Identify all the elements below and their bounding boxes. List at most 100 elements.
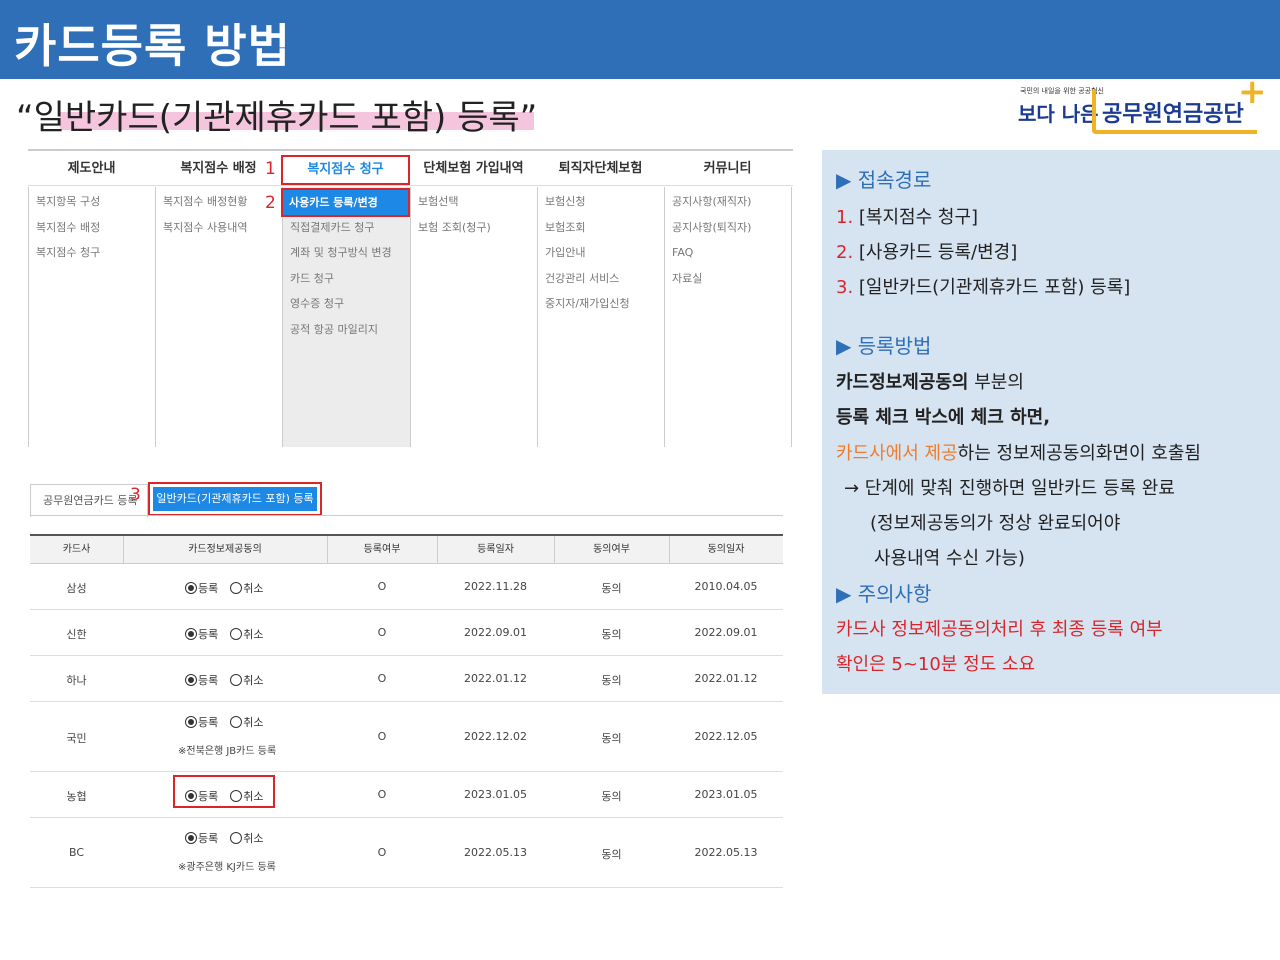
method-line-1: 카드정보제공동의 부분의	[836, 372, 1024, 393]
menu-item[interactable]: 중지자/재가입신청	[537, 297, 664, 323]
menu-item[interactable]: 보험신청	[537, 195, 664, 221]
menu-item[interactable]: 영수증 청구	[282, 297, 410, 323]
radio-cancel-label: 취소	[243, 674, 264, 687]
consent-radio-group: 등록 취소	[185, 672, 276, 688]
menu-col-0: 제도안내 복지항목 구성 복지점수 배정 복지점수 청구	[28, 149, 155, 447]
cell-company: 삼성	[66, 582, 87, 595]
table-row: 삼성 O 2022.11.28 동의 2010.04.05 등록 취소	[30, 564, 783, 610]
cell-company: BC	[68, 846, 85, 859]
cell-company: 농협	[66, 790, 87, 803]
th-registered: 등록여부	[363, 544, 401, 555]
menu-head-active[interactable]: 복지점수 청구	[281, 155, 410, 185]
cell-agreed: 동의	[601, 790, 622, 803]
radio-cancel[interactable]	[230, 674, 243, 686]
subtitle: “일반카드(기관제휴카드 포함) 등록”	[16, 90, 537, 139]
consent-radio-group: 등록 취소	[185, 626, 276, 642]
subtitle-text: “일반카드(기관제휴카드 포함) 등록”	[16, 98, 538, 138]
access-step-3: 3. [일반카드(기관제휴카드 포함) 등록]	[836, 277, 1131, 298]
radio-cancel[interactable]	[230, 582, 243, 594]
menu-item-active[interactable]: 사용카드 등록/변경	[281, 188, 410, 217]
menu-item[interactable]: 건강관리 서비스	[537, 272, 664, 298]
card-note: ※전북은행 JB카드 등록	[178, 746, 277, 757]
cell-agreed: 동의	[601, 732, 622, 745]
radio-cancel-label: 취소	[243, 832, 264, 845]
consent-radio-group: 등록 취소	[185, 714, 276, 730]
menu-item[interactable]: 보험 조회(청구)	[410, 221, 537, 247]
menu-item[interactable]: 보험조회	[537, 221, 664, 247]
radio-cancel-label: 취소	[243, 716, 264, 729]
logo: 국민의 내일을 위한 공공혁신 보다 나은 공무원연금공단 +	[1018, 72, 1268, 140]
menu-item[interactable]: 카드 청구	[282, 272, 410, 298]
radio-register[interactable]	[185, 716, 197, 728]
menu-item[interactable]: 보험선택	[410, 195, 537, 221]
menu-item[interactable]: 복지점수 사용내역	[155, 221, 282, 247]
radio-register-label: 등록	[198, 582, 219, 595]
tab-general-card[interactable]: 일반카드(기관제휴카드 포함) 등록	[148, 482, 322, 516]
step-3-marker: 3	[130, 485, 141, 505]
table-header: 카드사 카드정보제공동의 등록여부 등록일자 동의여부 동의일자	[30, 534, 783, 564]
cell-reg-date: 2022.01.12	[464, 672, 527, 685]
page-title: 카드등록 방법	[14, 19, 291, 73]
radio-register[interactable]	[185, 582, 197, 594]
menu-item[interactable]: 공적 항공 마일리지	[282, 323, 410, 349]
menu-item[interactable]: 가입안내	[537, 246, 664, 272]
radio-cancel[interactable]	[230, 832, 243, 844]
cell-company: 신한	[66, 628, 87, 641]
menu-head[interactable]: 제도안내	[28, 157, 155, 176]
radio-cancel[interactable]	[230, 716, 243, 728]
cell-reg-date: 2022.05.13	[464, 846, 527, 859]
menu-head[interactable]: 단체보험 가입내역	[410, 157, 537, 176]
radio-register[interactable]	[185, 674, 197, 686]
radio-register[interactable]	[185, 832, 197, 844]
step-2-marker: 2	[265, 193, 276, 213]
cell-agree-date: 2022.09.01	[694, 626, 758, 639]
th-agreed: 동의여부	[593, 544, 630, 555]
cell-registered: O	[377, 626, 387, 639]
consent-radio-group: 등록 취소	[185, 580, 276, 596]
th-company: 카드사	[62, 544, 91, 555]
nonghyup-consent-highlight	[173, 775, 275, 808]
radio-register[interactable]	[185, 628, 197, 640]
title-bar: 카드등록 방법	[0, 0, 1280, 79]
method-title: ▶ 등록방법	[836, 334, 932, 358]
menu-item[interactable]: 복지점수 청구	[28, 246, 155, 272]
access-step-2: 2. [사용카드 등록/변경]	[836, 242, 1018, 263]
menu-item[interactable]: 공지사항(재직자)	[664, 195, 791, 221]
menu-item[interactable]: 복지점수 배정현황	[155, 195, 282, 221]
menu-item[interactable]: 계좌 및 청구방식 변경	[282, 246, 410, 272]
th-consent: 카드정보제공동의	[188, 544, 262, 555]
menu-item[interactable]: 복지점수 배정	[28, 221, 155, 247]
radio-register-label: 등록	[198, 628, 219, 641]
caution-title: ▶ 주의사항	[836, 582, 932, 606]
radio-register-label: 등록	[198, 832, 219, 845]
cell-reg-date: 2022.12.02	[464, 730, 527, 743]
cell-registered: O	[377, 846, 387, 859]
menu-item[interactable]: 자료실	[664, 272, 791, 298]
cell-agree-date: 2022.05.13	[694, 846, 758, 859]
radio-cancel[interactable]	[230, 628, 243, 640]
table-row: BC O 2022.05.13 동의 2022.05.13 등록 취소 ※광주은행 KJ카드 …	[30, 818, 783, 888]
table-row: 하나 O 2022.01.12 동의 2022.01.12 등록 취소	[30, 656, 783, 702]
menu-head[interactable]: 복지점수 배정	[155, 157, 282, 176]
cell-reg-date: 2023.01.05	[464, 788, 527, 801]
th-agree-date: 동의일자	[707, 544, 745, 555]
table-row: 농협 O 2023.01.05 동의 2023.01.05 등록 취소	[30, 772, 783, 818]
caution-line-2: 확인은 5~10분 정도 소요	[836, 654, 1036, 675]
menu-item[interactable]: 직접결제카드 청구	[282, 221, 410, 247]
cell-agreed: 동의	[601, 582, 622, 595]
menu-head[interactable]: 퇴직자단체보험	[537, 157, 664, 176]
method-line-2: 등록 체크 박스에 체크 하면,	[836, 407, 1051, 428]
cell-agree-date: 2010.04.05	[694, 580, 758, 593]
menu-item[interactable]: 공지사항(퇴직자)	[664, 221, 791, 247]
menu-head[interactable]: 커뮤니티	[664, 157, 791, 176]
menu-item[interactable]: FAQ	[664, 246, 791, 272]
radio-cancel-label: 취소	[243, 628, 264, 641]
cell-agreed: 동의	[601, 848, 622, 861]
step-1-marker: 1	[265, 159, 276, 179]
menu-item[interactable]: 복지항목 구성	[28, 195, 155, 221]
cell-reg-date: 2022.09.01	[464, 626, 527, 639]
cell-agree-date: 2023.01.05	[694, 788, 758, 801]
method-line-6: 사용내역 수신 가능)	[874, 548, 1025, 569]
cell-registered: O	[377, 580, 387, 593]
cell-reg-date: 2022.11.28	[464, 580, 527, 593]
